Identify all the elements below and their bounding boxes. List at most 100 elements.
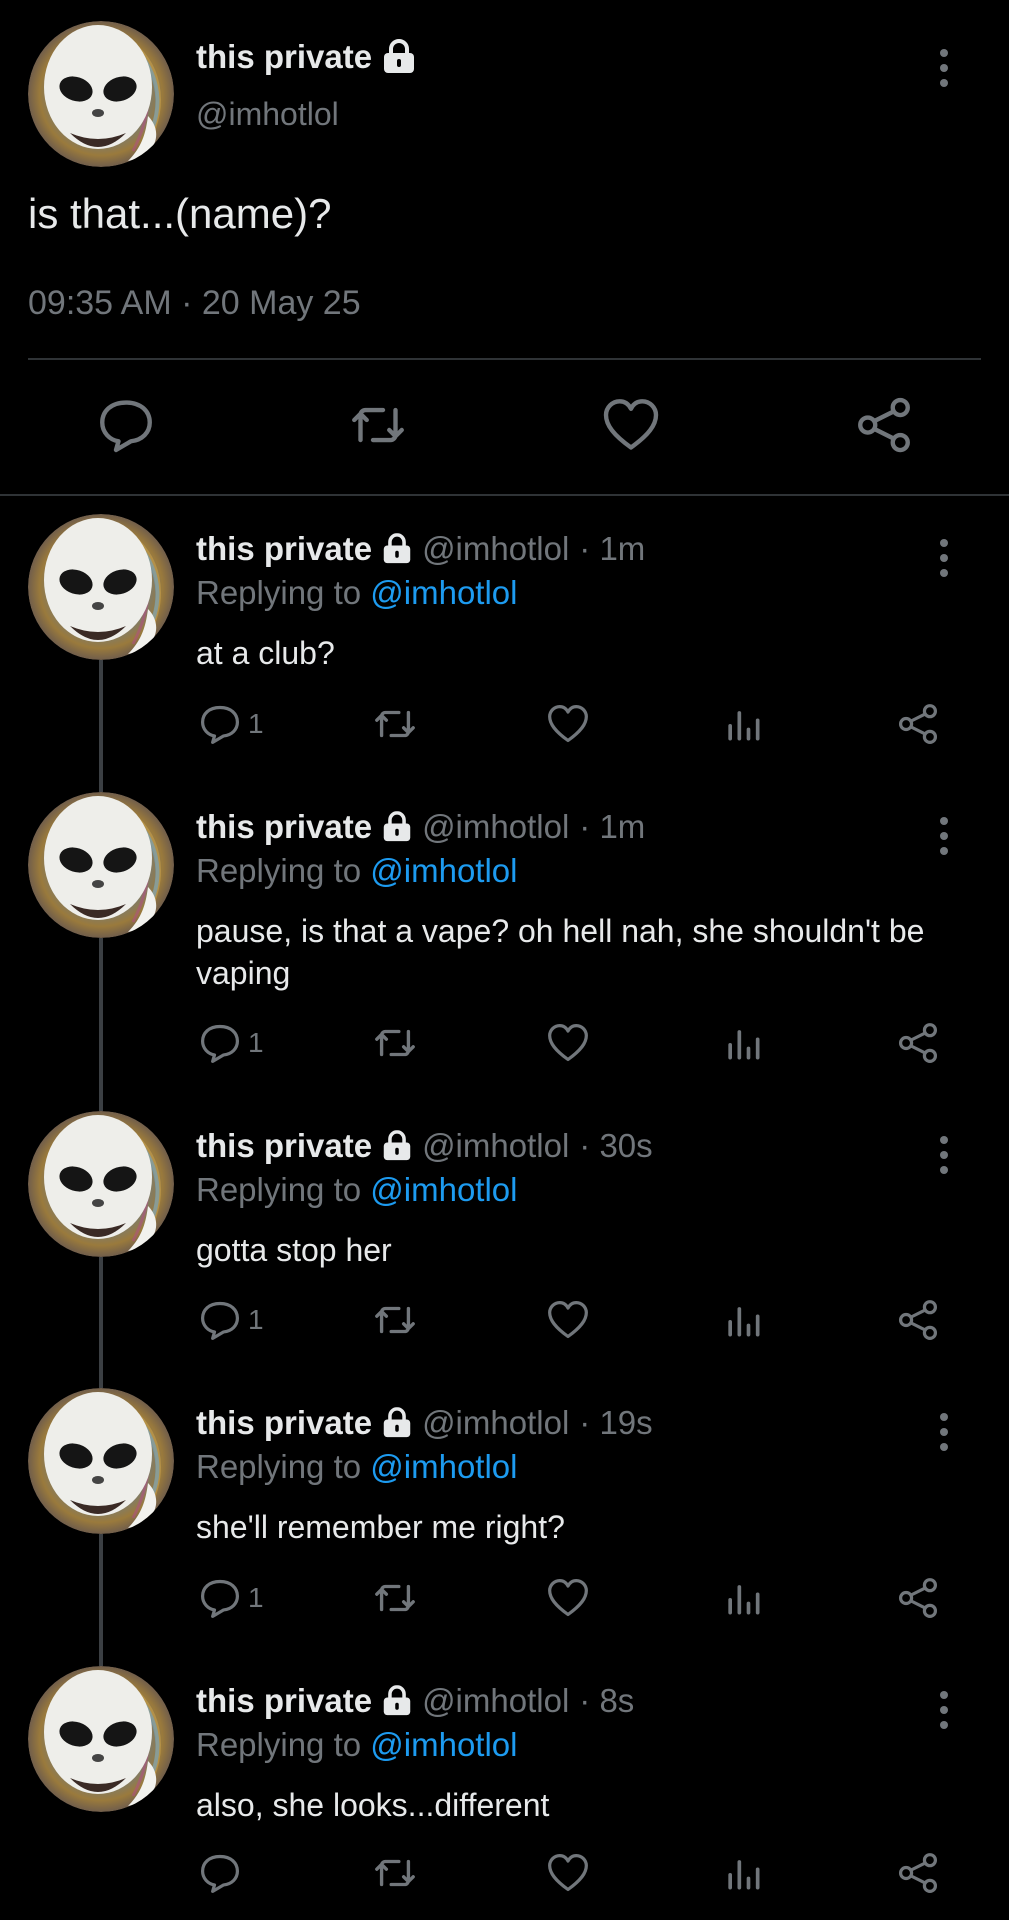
replying-to-handle[interactable]: @imhotlol bbox=[370, 1726, 517, 1763]
user-handle[interactable]: @imhotlol bbox=[422, 1127, 569, 1165]
views-button[interactable] bbox=[721, 1297, 765, 1343]
reply-button[interactable]: 1 bbox=[198, 1020, 264, 1066]
replying-to-handle[interactable]: @imhotlol bbox=[370, 852, 517, 889]
replying-to-handle[interactable]: @imhotlol bbox=[370, 1171, 517, 1208]
divider bbox=[28, 358, 981, 360]
action-bar: 1 bbox=[0, 1575, 1009, 1621]
retweet-icon bbox=[372, 1297, 418, 1343]
reply-button[interactable] bbox=[198, 1850, 248, 1896]
like-icon bbox=[546, 1298, 590, 1342]
lock-icon bbox=[382, 1685, 412, 1717]
avatar[interactable] bbox=[28, 514, 174, 660]
like-icon bbox=[546, 1021, 590, 1065]
views-button[interactable] bbox=[721, 1850, 765, 1896]
replying-to-label: Replying to bbox=[196, 1171, 362, 1208]
alien-avatar-image bbox=[28, 1388, 174, 1534]
retweet-button[interactable] bbox=[372, 1297, 418, 1343]
reply-time[interactable]: · 19s bbox=[579, 1404, 652, 1442]
display-name[interactable]: this private bbox=[196, 1682, 372, 1720]
retweet-button[interactable] bbox=[372, 1575, 418, 1621]
reply-count: 1 bbox=[248, 708, 264, 739]
replying-to-line: Replying to @imhotlol bbox=[196, 852, 518, 890]
like-button[interactable] bbox=[546, 1020, 590, 1066]
avatar[interactable] bbox=[28, 1388, 174, 1534]
section-divider bbox=[0, 494, 1009, 496]
views-button[interactable] bbox=[721, 701, 765, 747]
avatar[interactable] bbox=[28, 1666, 174, 1812]
display-name[interactable]: this private bbox=[196, 808, 372, 846]
replying-to-line: Replying to @imhotlol bbox=[196, 1171, 518, 1209]
reply-text: pause, is that a vape? oh hell nah, she … bbox=[196, 913, 925, 991]
retweet-button[interactable] bbox=[372, 701, 418, 747]
like-icon bbox=[546, 702, 590, 746]
avatar[interactable] bbox=[28, 792, 174, 938]
lock-icon bbox=[382, 533, 412, 565]
display-name[interactable]: this private bbox=[196, 38, 372, 76]
share-icon bbox=[896, 1851, 940, 1895]
reply-text: at a club? bbox=[196, 635, 335, 671]
reply-time[interactable]: · 8s bbox=[579, 1682, 634, 1720]
retweet-icon bbox=[372, 1575, 418, 1621]
more-vertical-icon[interactable] bbox=[936, 1135, 952, 1175]
like-icon[interactable] bbox=[601, 395, 661, 455]
share-icon[interactable] bbox=[854, 395, 914, 455]
retweet-icon[interactable] bbox=[348, 395, 408, 455]
display-name[interactable]: this private bbox=[196, 1127, 372, 1165]
retweet-icon bbox=[372, 1020, 418, 1066]
avatar[interactable] bbox=[28, 21, 174, 167]
share-button[interactable] bbox=[896, 1575, 940, 1621]
more-vertical-icon[interactable] bbox=[936, 538, 952, 578]
share-button[interactable] bbox=[896, 1297, 940, 1343]
share-icon bbox=[896, 1298, 940, 1342]
like-button[interactable] bbox=[546, 701, 590, 747]
user-handle[interactable]: @imhotlol bbox=[422, 1682, 569, 1720]
replying-to-handle[interactable]: @imhotlol bbox=[370, 1448, 517, 1485]
reply-time[interactable]: · 30s bbox=[579, 1127, 652, 1165]
replying-to-label: Replying to bbox=[196, 852, 362, 889]
alien-avatar-image bbox=[28, 1111, 174, 1257]
share-button[interactable] bbox=[896, 701, 940, 747]
reply-header: this private @imhotlol · 1m bbox=[196, 530, 645, 568]
reply-icon bbox=[198, 1298, 242, 1342]
main-tweet: this private @imhotlol is that...(name)?… bbox=[0, 0, 1009, 496]
retweet-button[interactable] bbox=[372, 1850, 418, 1896]
reply-button[interactable]: 1 bbox=[198, 701, 264, 747]
more-vertical-icon[interactable] bbox=[936, 48, 952, 88]
reply-header: this private @imhotlol · 8s bbox=[196, 1682, 634, 1720]
replying-to-label: Replying to bbox=[196, 1726, 362, 1763]
retweet-button[interactable] bbox=[372, 1020, 418, 1066]
reply-time[interactable]: · 1m bbox=[579, 808, 645, 846]
display-name-row: this private bbox=[196, 38, 416, 76]
action-bar bbox=[0, 1850, 1009, 1896]
reply-count: 1 bbox=[248, 1582, 264, 1613]
replying-to-label: Replying to bbox=[196, 1448, 362, 1485]
display-name[interactable]: this private bbox=[196, 530, 372, 568]
share-button[interactable] bbox=[896, 1850, 940, 1896]
user-handle[interactable]: @imhotlol bbox=[422, 808, 569, 846]
alien-avatar-image bbox=[28, 1666, 174, 1812]
user-handle[interactable]: @imhotlol bbox=[196, 96, 339, 133]
replying-to-handle[interactable]: @imhotlol bbox=[370, 574, 517, 611]
user-handle[interactable]: @imhotlol bbox=[422, 1404, 569, 1442]
like-button[interactable] bbox=[546, 1850, 590, 1896]
more-vertical-icon[interactable] bbox=[936, 1690, 952, 1730]
reply-time[interactable]: · 1m bbox=[579, 530, 645, 568]
tweet-timestamp[interactable]: 09:35 AM · 20 May 25 bbox=[28, 284, 361, 323]
display-name[interactable]: this private bbox=[196, 1404, 372, 1442]
more-vertical-icon[interactable] bbox=[936, 816, 952, 856]
like-button[interactable] bbox=[546, 1297, 590, 1343]
reply-icon[interactable] bbox=[96, 395, 156, 455]
reply-header: this private @imhotlol · 30s bbox=[196, 1127, 653, 1165]
reply-text: also, she looks...different bbox=[196, 1787, 550, 1823]
share-button[interactable] bbox=[896, 1020, 940, 1066]
more-vertical-icon[interactable] bbox=[936, 1412, 952, 1452]
stats-icon bbox=[721, 1851, 765, 1895]
reply-header: this private @imhotlol · 19s bbox=[196, 1404, 653, 1442]
reply-button[interactable]: 1 bbox=[198, 1575, 264, 1621]
like-button[interactable] bbox=[546, 1575, 590, 1621]
avatar[interactable] bbox=[28, 1111, 174, 1257]
views-button[interactable] bbox=[721, 1575, 765, 1621]
user-handle[interactable]: @imhotlol bbox=[422, 530, 569, 568]
views-button[interactable] bbox=[721, 1020, 765, 1066]
reply-button[interactable]: 1 bbox=[198, 1297, 264, 1343]
